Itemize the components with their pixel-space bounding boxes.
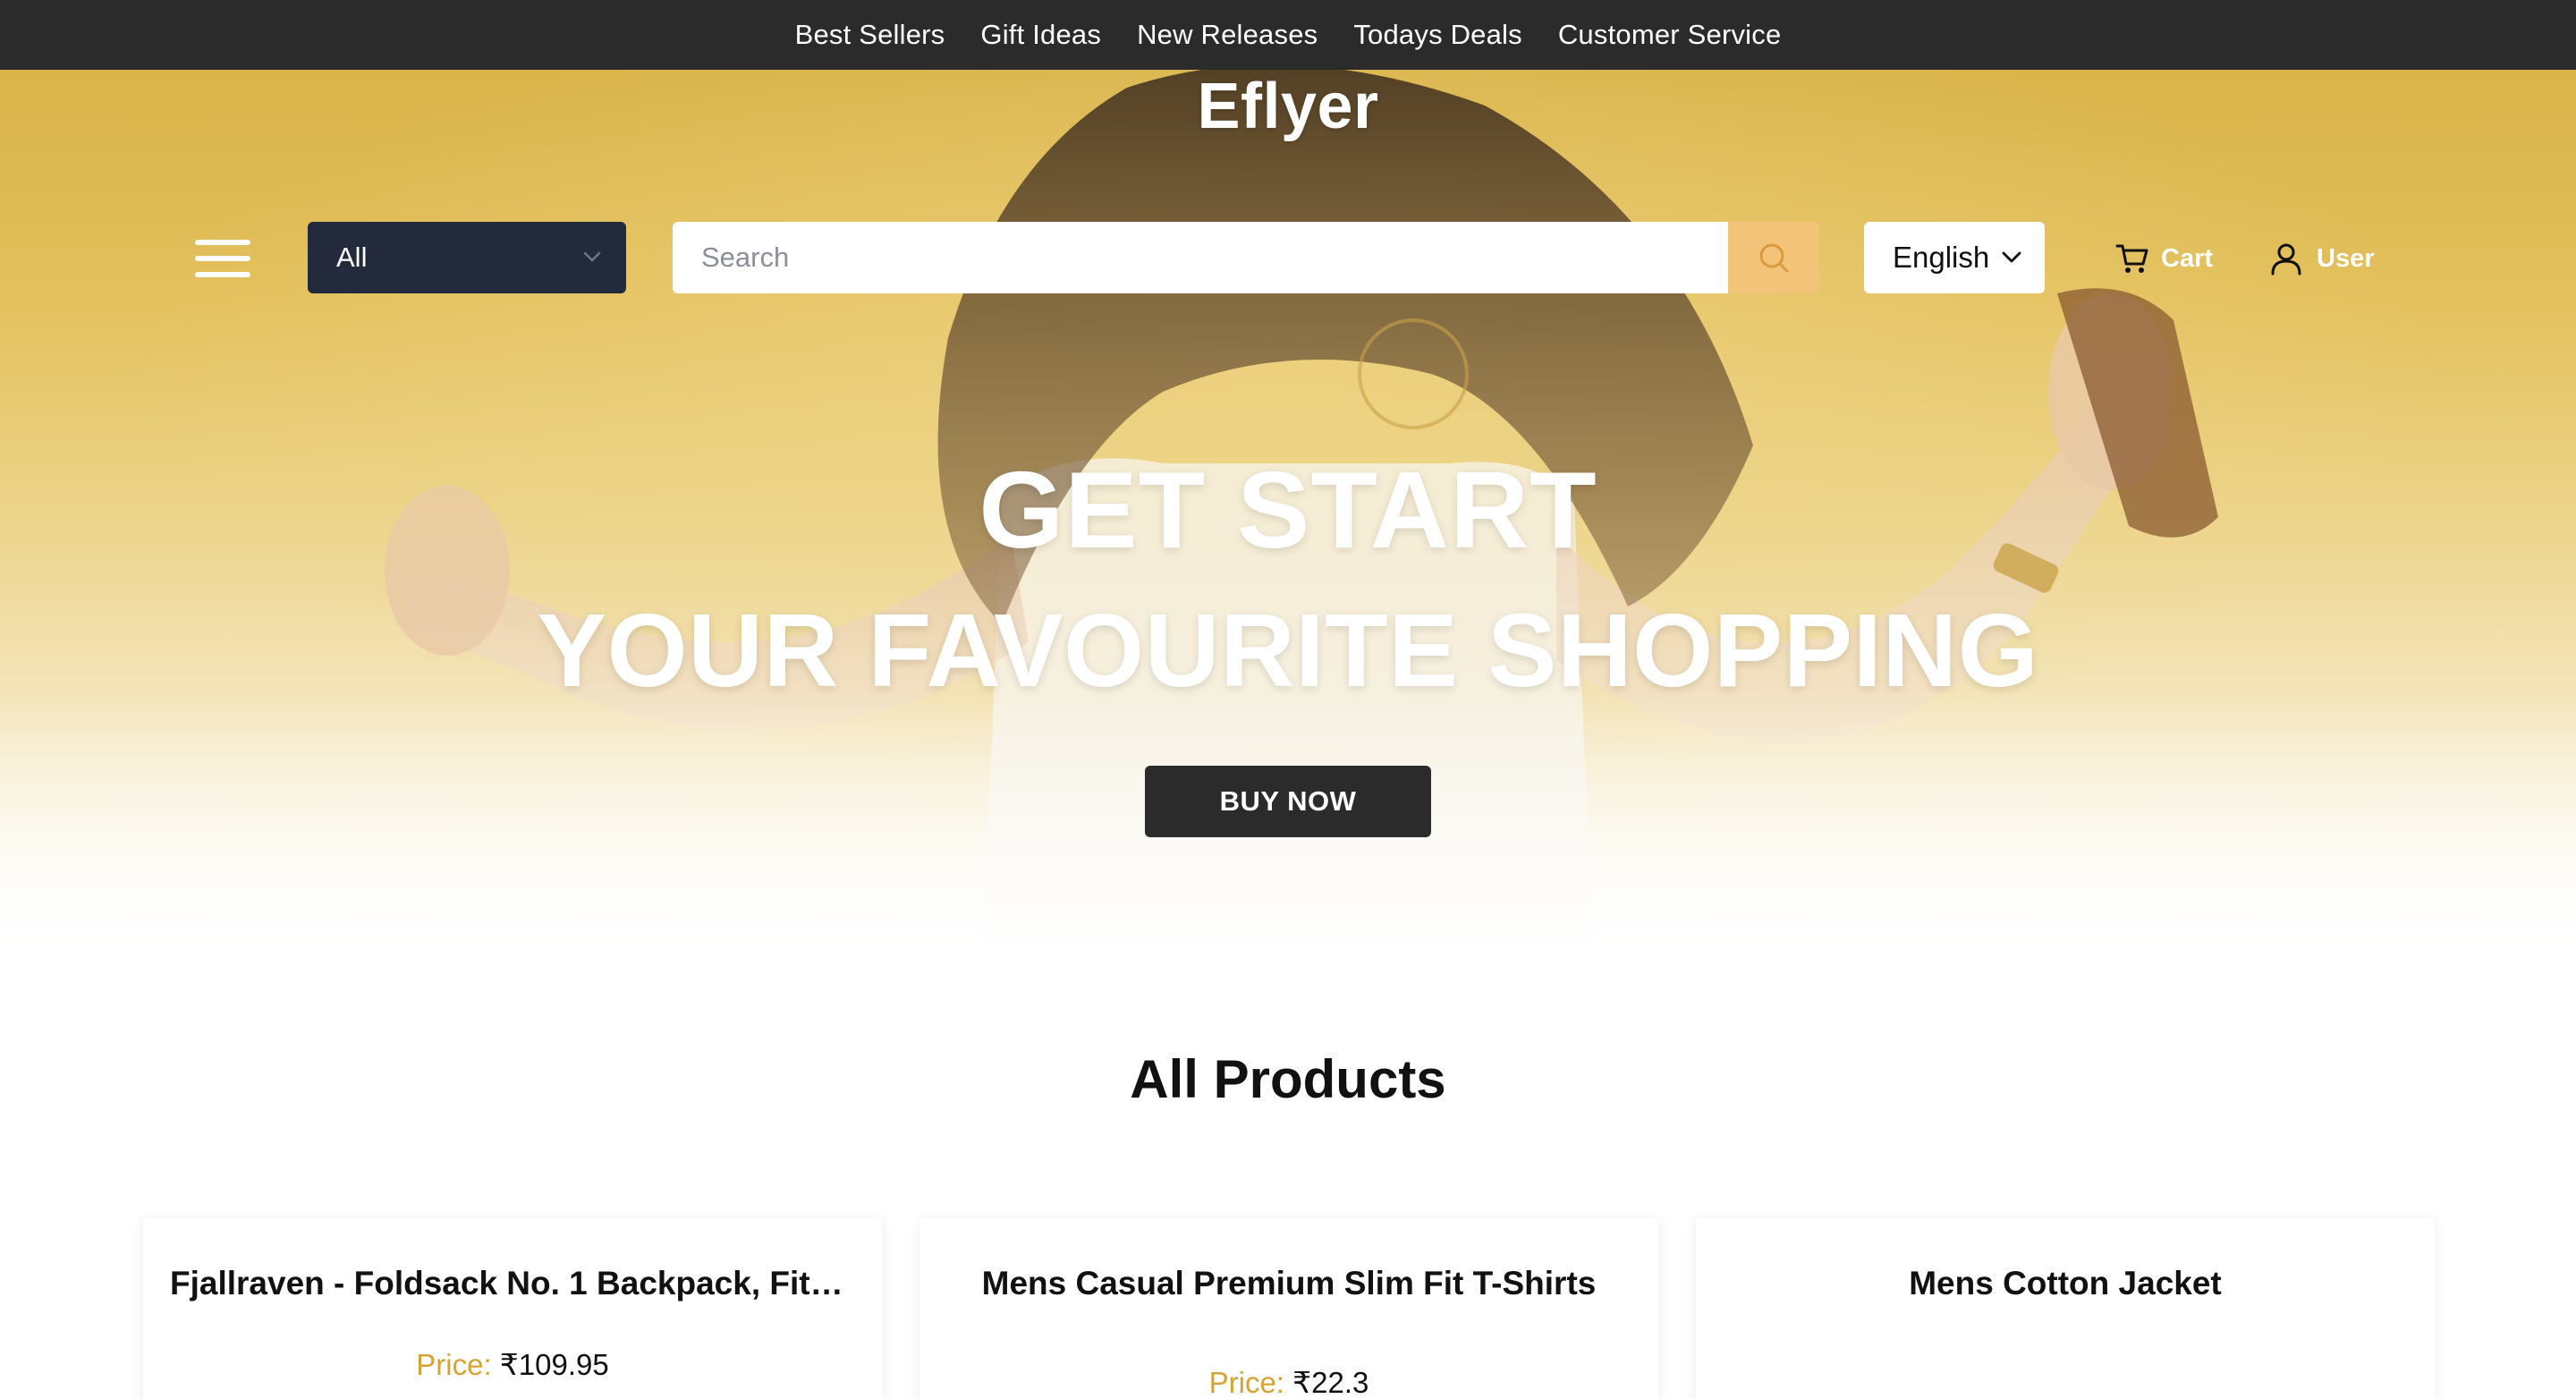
product-price: Price: ₹109.95 [143,1347,882,1382]
cart-link[interactable]: Cart [2114,236,2213,281]
price-value: ₹109.95 [499,1348,609,1381]
search-button[interactable] [1728,222,1819,293]
user-icon [2271,243,2301,276]
product-grid: Fjallraven - Foldsack No. 1 Backpack, Fi… [143,1218,2435,1399]
all-products-title: All Products [1130,1049,1446,1109]
language-select-value: English [1893,241,1990,274]
price-label: Price: [416,1348,492,1381]
nav-link-best-sellers[interactable]: Best Sellers [795,19,945,51]
cart-icon [2115,244,2148,273]
chevron-down-icon [583,251,601,262]
chevron-down-icon [2002,251,2021,263]
hamburger-menu-icon[interactable] [195,240,254,279]
product-title[interactable]: Mens Cotton Jacket [1723,1265,2408,1302]
product-card[interactable]: Mens Casual Premium Slim Fit T-Shirts Pr… [919,1218,1658,1399]
search-icon [1759,243,1789,273]
product-card[interactable]: Fjallraven - Foldsack No. 1 Backpack, Fi… [143,1218,882,1399]
price-label: Price: [1208,1366,1284,1399]
category-select-value: All [336,242,368,273]
hero-headline-line2: YOUR FAVOURITE SHOPPING [537,592,2039,708]
price-value: ₹22.3 [1292,1366,1369,1399]
nav-link-new-releases[interactable]: New Releases [1137,19,1318,51]
nav-link-gift-ideas[interactable]: Gift Ideas [980,19,1101,51]
top-nav-bar: Best Sellers Gift Ideas New Releases Tod… [0,0,2576,70]
category-select[interactable]: All [308,222,626,293]
nav-link-todays-deals[interactable]: Todays Deals [1353,19,1522,51]
nav-link-customer-service[interactable]: Customer Service [1558,19,1782,51]
cart-label: Cart [2161,243,2214,273]
user-label: User [2317,243,2375,273]
buy-now-button[interactable]: BUY NOW [1145,766,1431,837]
hero-headline-line1: GET START [979,449,1597,571]
user-link[interactable]: User [2268,236,2375,281]
header-toolbar: All English Cart User [0,222,2576,297]
search-input[interactable] [673,222,1728,293]
product-price: Price: ₹22.3 [919,1365,1658,1399]
product-card[interactable]: Mens Cotton Jacket [1696,1218,2435,1399]
brand-logo[interactable]: Eflyer [0,70,2576,143]
language-select[interactable]: English [1864,222,2045,293]
product-title[interactable]: Fjallraven - Foldsack No. 1 Backpack, Fi… [170,1265,855,1302]
product-title[interactable]: Mens Casual Premium Slim Fit T-Shirts [946,1265,1631,1302]
